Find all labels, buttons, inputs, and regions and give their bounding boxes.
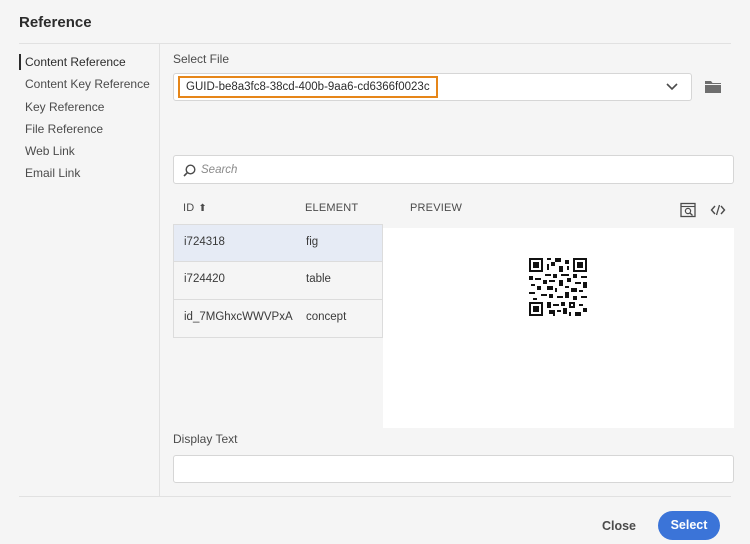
row-element: table <box>306 273 331 285</box>
reference-dialog: Reference Content Reference Content Key … <box>0 0 750 544</box>
row-id: id_7MGhxcWWVPxA <box>184 311 293 323</box>
dialog-title: Reference <box>19 14 92 31</box>
footer-divider <box>19 496 731 497</box>
sidebar-item-content-reference[interactable]: Content Reference <box>19 52 159 74</box>
row-id: i724318 <box>184 236 225 248</box>
sidebar-item-label: Web Link <box>25 144 75 159</box>
select-button[interactable]: Select <box>658 511 720 540</box>
column-header-preview: PREVIEW <box>410 202 463 214</box>
row-element: concept <box>306 311 347 323</box>
chevron-down-icon[interactable] <box>665 81 679 93</box>
column-header-id-label: ID <box>183 202 195 214</box>
row-id: i724420 <box>184 273 225 285</box>
preview-search-icon[interactable] <box>680 202 696 218</box>
column-header-id[interactable]: ID ⬆ <box>183 202 207 214</box>
table-row[interactable]: i724420 table <box>173 262 383 300</box>
close-button[interactable]: Close <box>594 514 644 538</box>
qr-code-preview-image <box>529 258 587 316</box>
file-select-dropdown[interactable]: GUID-be8a3fc8-38cd-400b-9aa6-cd6366f0023… <box>173 73 692 101</box>
sidebar-item-content-key-reference[interactable]: Content Key Reference <box>19 74 159 96</box>
code-icon[interactable] <box>710 202 726 218</box>
table-row[interactable]: i724318 fig <box>173 224 383 262</box>
sidebar-item-email-link[interactable]: Email Link <box>19 163 159 185</box>
sidebar-item-label: Email Link <box>25 166 81 181</box>
sidebar-item-label: Key Reference <box>25 99 105 114</box>
sidebar-item-file-reference[interactable]: File Reference <box>19 119 159 141</box>
search-field[interactable] <box>173 155 734 184</box>
display-text-input[interactable] <box>173 455 734 483</box>
sidebar-item-label: Content Reference <box>25 55 126 69</box>
display-text-label: Display Text <box>173 432 238 446</box>
reference-type-sidebar: Content Reference Content Key Reference … <box>19 52 159 186</box>
search-icon <box>183 164 196 177</box>
sidebar-item-web-link[interactable]: Web Link <box>19 141 159 163</box>
sidebar-divider <box>159 44 160 496</box>
row-element: fig <box>306 236 319 248</box>
sidebar-item-label: Content Key Reference <box>25 77 150 92</box>
select-file-label: Select File <box>173 52 230 66</box>
table-row[interactable]: id_7MGhxcWWVPxA concept <box>173 300 383 338</box>
search-input[interactable] <box>201 160 701 179</box>
sidebar-item-key-reference[interactable]: Key Reference <box>19 97 159 119</box>
results-table: i724318 fig i724420 table id_7MGhxcWWVPx… <box>173 224 383 338</box>
sidebar-item-label: File Reference <box>25 121 104 136</box>
folder-icon[interactable] <box>705 80 721 93</box>
file-select-value[interactable]: GUID-be8a3fc8-38cd-400b-9aa6-cd6366f0023… <box>178 76 438 98</box>
header-divider <box>19 43 731 44</box>
column-header-element[interactable]: ELEMENT <box>305 202 358 214</box>
sort-ascending-icon: ⬆ <box>198 203 207 214</box>
